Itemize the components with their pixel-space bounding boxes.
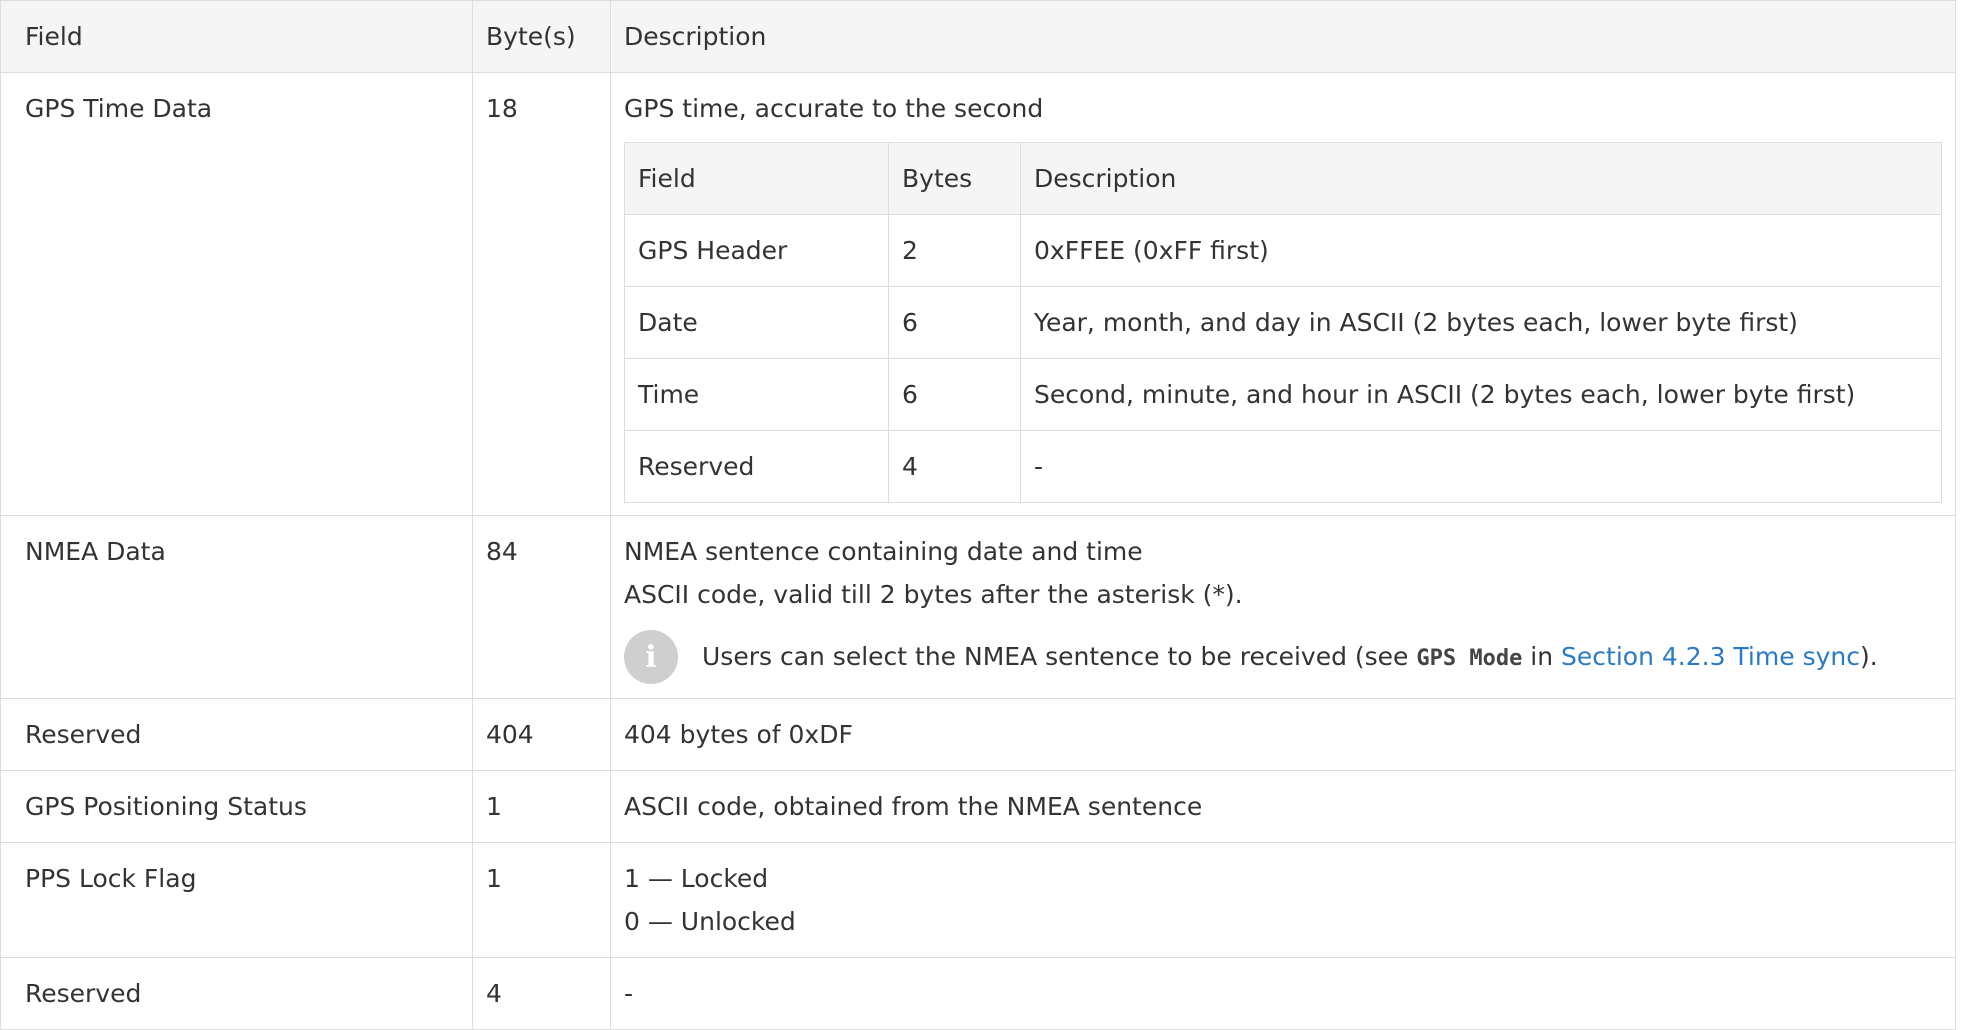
description-cell: 404 bytes of 0xDF: [610, 698, 1956, 771]
subfield-cell: GPS Header: [624, 214, 889, 287]
info-note: i Users can select the NMEA sentence to …: [624, 630, 1942, 684]
description-line: NMEA sentence containing date and time: [624, 537, 1143, 566]
subtable-row: Time 6 Second, minute, and hour in ASCII…: [624, 358, 1942, 431]
bytes-cell: 1: [472, 842, 611, 958]
subtable-row: GPS Header 2 0xFFEE (0xFF first): [624, 214, 1942, 287]
field-cell: PPS Lock Flag: [0, 842, 473, 958]
note-text-mid: in: [1522, 641, 1562, 671]
subtable-row: Date 6 Year, month, and day in ASCII (2 …: [624, 286, 1942, 359]
info-icon: i: [624, 630, 678, 684]
description-cell: NMEA sentence containing date and time A…: [610, 515, 1956, 699]
description-line: 1 — Locked: [624, 864, 769, 893]
field-cell: GPS Positioning Status: [0, 770, 473, 843]
header-field: Field: [0, 0, 473, 73]
table-row: Reserved 404 404 bytes of 0xDF: [0, 698, 1956, 771]
bytes-cell: 4: [472, 957, 611, 1030]
description-cell: 1 — Locked 0 — Unlocked: [610, 842, 1956, 958]
description-cell: -: [610, 957, 1956, 1030]
subtable-row: Reserved 4 -: [624, 430, 1942, 503]
field-cell: Reserved: [0, 957, 473, 1030]
subheader-bytes: Bytes: [888, 142, 1021, 215]
subdescription-cell: -: [1020, 430, 1942, 503]
note-text-pre: Users can select the NMEA sentence to be…: [702, 641, 1417, 671]
bytes-cell: 1: [472, 770, 611, 843]
subfield-cell: Time: [624, 358, 889, 431]
description-cell: GPS time, accurate to the second Field B…: [610, 72, 1956, 516]
subdescription-cell: Second, minute, and hour in ASCII (2 byt…: [1020, 358, 1942, 431]
subbytes-cell: 4: [888, 430, 1021, 503]
subheader-field: Field: [624, 142, 889, 215]
field-cell: Reserved: [0, 698, 473, 771]
subtable-header-row: Field Bytes Description: [624, 142, 1942, 215]
subdescription-cell: 0xFFEE (0xFF first): [1020, 214, 1942, 287]
header-bytes: Byte(s): [472, 0, 611, 73]
table-row: Reserved 4 -: [0, 957, 1956, 1030]
bytes-cell: 84: [472, 515, 611, 699]
field-cell: GPS Time Data: [0, 72, 473, 516]
time-sync-link[interactable]: Section 4.2.3 Time sync: [1561, 642, 1860, 671]
data-packet-table: Field Byte(s) Description GPS Time Data …: [0, 0, 1956, 1030]
table-row: PPS Lock Flag 1 1 — Locked 0 — Unlocked: [0, 842, 1956, 958]
table-row: GPS Time Data 18 GPS time, accurate to t…: [0, 72, 1956, 516]
header-description: Description: [610, 0, 1956, 73]
note-text-post: ).: [1859, 641, 1878, 671]
subfield-cell: Reserved: [624, 430, 889, 503]
subdescription-cell: Year, month, and day in ASCII (2 bytes e…: [1020, 286, 1942, 359]
note-text: Users can select the NMEA sentence to be…: [702, 635, 1878, 680]
description-cell: ASCII code, obtained from the NMEA sente…: [610, 770, 1956, 843]
subbytes-cell: 2: [888, 214, 1021, 287]
gps-mode-code: GPS Mode: [1416, 645, 1523, 671]
subbytes-cell: 6: [888, 358, 1021, 431]
field-cell: NMEA Data: [0, 515, 473, 699]
description-text: GPS time, accurate to the second: [624, 94, 1044, 123]
description-line: ASCII code, valid till 2 bytes after the…: [624, 580, 1243, 609]
table-header-row: Field Byte(s) Description: [0, 0, 1956, 73]
subbytes-cell: 6: [888, 286, 1021, 359]
description-line: 0 — Unlocked: [624, 907, 796, 936]
table-row: GPS Positioning Status 1 ASCII code, obt…: [0, 770, 1956, 843]
subheader-description: Description: [1020, 142, 1942, 215]
bytes-cell: 404: [472, 698, 611, 771]
table-row: NMEA Data 84 NMEA sentence containing da…: [0, 515, 1956, 699]
gps-time-subtable: Field Bytes Description GPS Header 2 0xF…: [624, 142, 1942, 503]
subfield-cell: Date: [624, 286, 889, 359]
bytes-cell: 18: [472, 72, 611, 516]
